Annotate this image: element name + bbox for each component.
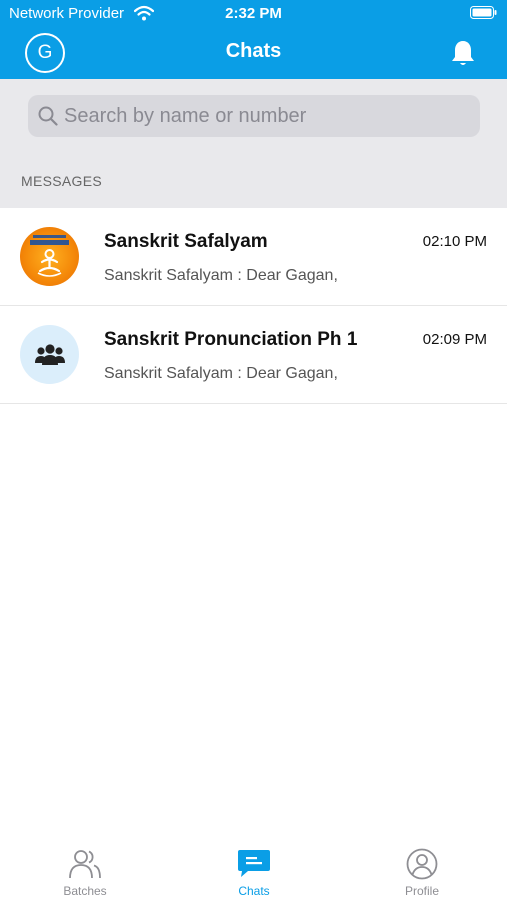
tab-batches[interactable]: Batches (0, 835, 170, 900)
search-bar[interactable] (28, 95, 480, 137)
chat-avatar-logo (20, 227, 79, 286)
notification-bell-icon[interactable] (450, 39, 476, 67)
chat-avatar-group (20, 325, 79, 384)
chat-row[interactable]: Sanskrit Pronunciation Ph 1 02:09 PM San… (0, 306, 507, 404)
group-icon (34, 343, 65, 365)
messages-section-label: MESSAGES (21, 173, 102, 189)
search-input[interactable] (64, 95, 464, 137)
chat-preview: Sanskrit Safalyam : Dear Gagan, (104, 267, 338, 284)
chat-time: 02:10 PM (422, 233, 487, 250)
status-bar: Network Provider 2:32 PM (0, 0, 507, 28)
status-time: 2:32 PM (225, 5, 282, 22)
search-icon (38, 106, 58, 126)
chat-row[interactable]: Sanskrit Safalyam 02:10 PM Sanskrit Safa… (0, 208, 507, 306)
chat-preview: Sanskrit Safalyam : Dear Gagan, (104, 365, 338, 382)
chat-time: 02:09 PM (422, 331, 487, 348)
tab-label-profile: Profile (404, 884, 439, 898)
app-header: Network Provider 2:32 PM G Chats (0, 0, 507, 79)
page-title: Chats (225, 40, 282, 62)
search-section: MESSAGES (0, 79, 507, 208)
tab-label-chats: Chats (238, 884, 270, 898)
profile-icon (406, 848, 438, 880)
tab-bar: Batches Chats Profile (0, 835, 507, 900)
chat-name: Sanskrit Safalyam (104, 231, 268, 252)
battery-icon (470, 6, 497, 19)
chat-list: Sanskrit Safalyam 02:10 PM Sanskrit Safa… (0, 208, 507, 404)
logo-avatar-icon (30, 235, 69, 277)
chats-icon (238, 850, 270, 877)
tab-label-batches: Batches (63, 884, 107, 898)
tab-profile[interactable]: Profile (337, 835, 507, 900)
chat-name: Sanskrit Pronunciation Ph 1 (104, 329, 358, 350)
tab-chats[interactable]: Chats (169, 835, 339, 900)
batches-icon (69, 850, 101, 879)
